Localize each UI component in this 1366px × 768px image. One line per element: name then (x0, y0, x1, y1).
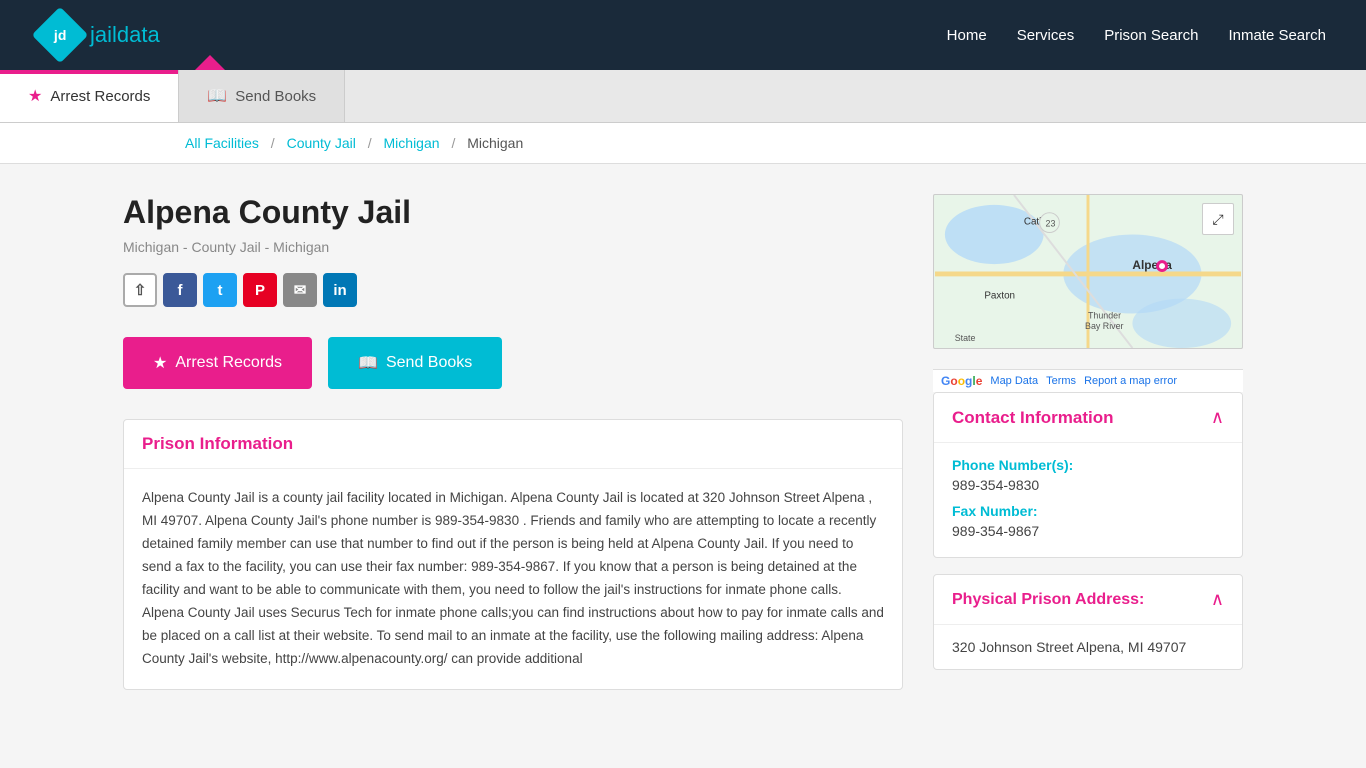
breadcrumb-sep-1: / (271, 135, 275, 151)
tab-arrest-records-label: Arrest Records (50, 88, 150, 105)
arrest-records-btn-label: Arrest Records (175, 354, 282, 372)
address-card: Physical Prison Address: ∧ 320 Johnson S… (933, 574, 1243, 670)
star-icon: ★ (28, 86, 42, 106)
expand-icon: ⤢ (1212, 211, 1223, 228)
map-container: Cathro 23 Alpena Paxton Thunder Bay Rive… (933, 194, 1243, 349)
map-report-link[interactable]: Report a map error (1084, 375, 1177, 387)
content-right: Cathro 23 Alpena Paxton Thunder Bay Rive… (933, 194, 1243, 690)
map-footer: Google Map Data Terms Report a map error (933, 369, 1243, 392)
address-value: 320 Johnson Street Alpena, MI 49707 (952, 639, 1186, 655)
address-title: Physical Prison Address: (952, 591, 1144, 609)
logo-diamond: jd (32, 7, 89, 64)
nav-prison-search[interactable]: Prison Search (1104, 27, 1198, 44)
book-icon: 📖 (207, 86, 227, 106)
social-twitter-icon[interactable]: t (203, 273, 237, 307)
social-icons: ⇧ f t P ✉ in (123, 273, 903, 307)
breadcrumb-sep-2: / (368, 135, 372, 151)
send-books-btn-label: Send Books (386, 354, 472, 372)
tab-send-books[interactable]: 📖 Send Books (179, 70, 345, 122)
breadcrumb-county-jail[interactable]: County Jail (287, 135, 356, 151)
book-icon-btn: 📖 (358, 353, 378, 373)
svg-text:State: State (955, 333, 976, 343)
map-terms-link[interactable]: Terms (1046, 375, 1076, 387)
prison-info-title: Prison Information (142, 434, 884, 454)
contact-info-body: Phone Number(s): 989-354-9830 Fax Number… (934, 443, 1242, 557)
arrest-records-button[interactable]: ★ Arrest Records (123, 337, 312, 389)
active-tab-indicator (195, 55, 225, 70)
breadcrumb-sep-3: / (451, 135, 455, 151)
social-facebook-icon[interactable]: f (163, 273, 197, 307)
breadcrumb-state[interactable]: Michigan (384, 135, 440, 151)
nav-home[interactable]: Home (947, 27, 987, 44)
send-books-button[interactable]: 📖 Send Books (328, 337, 502, 389)
social-pinterest-icon[interactable]: P (243, 273, 277, 307)
svg-text:Paxton: Paxton (984, 291, 1015, 302)
prison-info-box: Prison Information Alpena County Jail is… (123, 419, 903, 690)
nav-services[interactable]: Services (1017, 27, 1075, 44)
action-buttons: ★ Arrest Records 📖 Send Books (123, 337, 903, 389)
contact-info-title: Contact Information (952, 408, 1114, 428)
contact-info-header: Contact Information ∧ (934, 393, 1242, 443)
breadcrumb-current: Michigan (467, 135, 523, 151)
address-header: Physical Prison Address: ∧ (934, 575, 1242, 625)
svg-text:23: 23 (1046, 219, 1056, 229)
main-container: Alpena County Jail Michigan - County Jai… (83, 164, 1283, 720)
phone-label: Phone Number(s): (952, 457, 1224, 473)
map-data-link[interactable]: Map Data (990, 375, 1038, 387)
page-subtitle: Michigan - County Jail - Michigan (123, 239, 903, 255)
tab-send-books-label: Send Books (235, 88, 316, 105)
svg-text:Bay River: Bay River (1085, 321, 1124, 331)
star-icon-btn: ★ (153, 353, 167, 373)
svg-text:Thunder: Thunder (1088, 310, 1121, 320)
navbar-links: Home Services Prison Search Inmate Searc… (947, 27, 1326, 44)
content-left: Alpena County Jail Michigan - County Jai… (123, 194, 903, 690)
social-email-icon[interactable]: ✉ (283, 273, 317, 307)
address-body: 320 Johnson Street Alpena, MI 49707 (934, 625, 1242, 669)
address-chevron-icon[interactable]: ∧ (1211, 589, 1224, 610)
tabs-bar: ★ Arrest Records 📖 Send Books (0, 70, 1366, 123)
page-title: Alpena County Jail (123, 194, 903, 231)
phone-value: 989-354-9830 (952, 477, 1224, 493)
breadcrumb-all-facilities[interactable]: All Facilities (185, 135, 259, 151)
fax-value: 989-354-9867 (952, 523, 1224, 539)
logo-jd-text: jd (54, 27, 66, 43)
logo-text: jaildata (90, 22, 160, 48)
fax-label: Fax Number: (952, 503, 1224, 519)
nav-inmate-search[interactable]: Inmate Search (1228, 27, 1326, 44)
tab-arrest-records[interactable]: ★ Arrest Records (0, 70, 179, 122)
social-linkedin-icon[interactable]: in (323, 273, 357, 307)
prison-info-header: Prison Information (124, 420, 902, 469)
contact-chevron-icon[interactable]: ∧ (1211, 407, 1224, 428)
map-expand-button[interactable]: ⤢ (1202, 203, 1234, 235)
map-svg: Cathro 23 Alpena Paxton Thunder Bay Rive… (934, 195, 1242, 348)
contact-info-card: Contact Information ∧ Phone Number(s): 9… (933, 392, 1243, 558)
prison-info-text: Alpena County Jail is a county jail faci… (142, 487, 884, 671)
breadcrumb: All Facilities / County Jail / Michigan … (0, 123, 1366, 164)
prison-info-body: Alpena County Jail is a county jail faci… (124, 469, 902, 689)
logo-link[interactable]: jd jaildata (40, 15, 160, 55)
social-share-icon[interactable]: ⇧ (123, 273, 157, 307)
google-logo: Google (941, 374, 982, 388)
